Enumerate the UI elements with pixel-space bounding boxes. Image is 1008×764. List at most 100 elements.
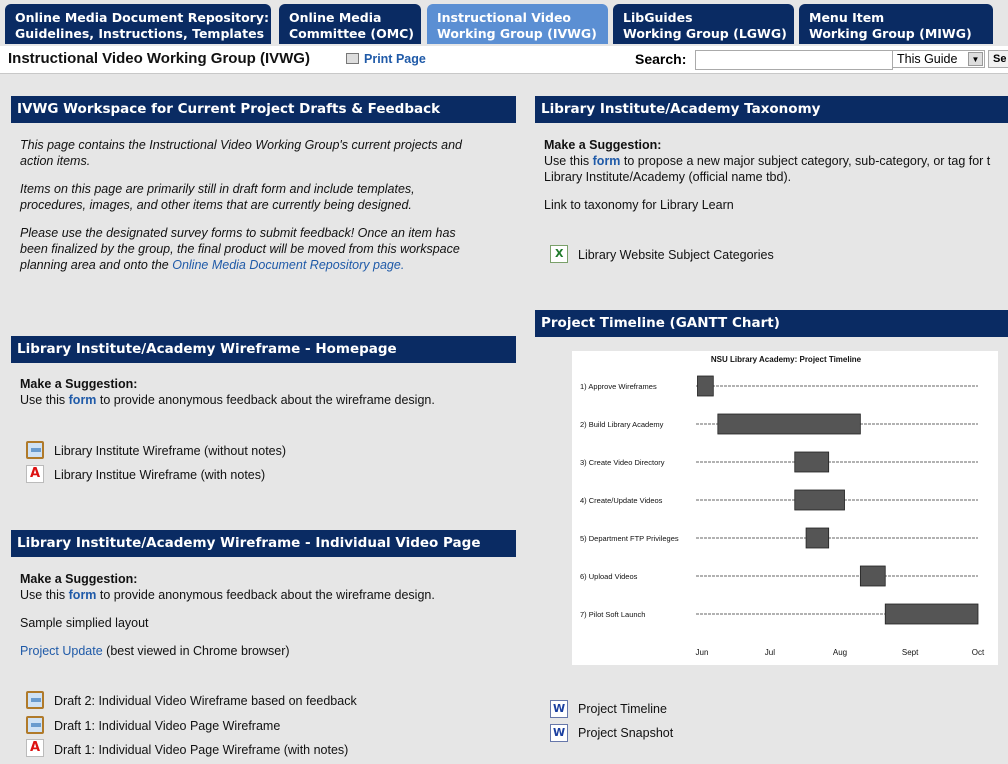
- tab-bar: Online Media Document Repository: Guidel…: [0, 0, 1008, 46]
- search-scope-select[interactable]: This Guide ▼: [892, 50, 985, 68]
- gantt-task-label: 2) Build Library Academy: [580, 420, 664, 429]
- tab-line1: Menu Item: [809, 10, 885, 25]
- text-line: planning area and onto the Online Media …: [20, 257, 460, 273]
- text-line: Use this form to propose a new major sub…: [544, 153, 990, 169]
- tab-omc[interactable]: Online Media Committee (OMC): [279, 4, 421, 44]
- text-fragment: to propose a new major subject category,…: [620, 154, 991, 168]
- tab-line2: Working Group (IVWG): [437, 26, 597, 41]
- text-line: Library Institute/Academy (official name…: [544, 170, 792, 184]
- gantt-task-label: 5) Department FTP Privileges: [580, 534, 679, 543]
- text-line: action items.: [20, 154, 91, 168]
- tab-online-media-repository[interactable]: Online Media Document Repository: Guidel…: [5, 4, 271, 44]
- gantt-x-tick-label: Aug: [833, 648, 847, 657]
- gantt-task-bar: [884, 603, 979, 625]
- wireframe-with-notes-link[interactable]: Library Institue Wireframe (with notes): [54, 467, 265, 483]
- wireframe-video-page-box: Library Institute/Academy Wireframe - In…: [5, 524, 519, 764]
- image-file-icon: [26, 691, 44, 709]
- project-snapshot-link[interactable]: Project Snapshot: [578, 725, 673, 741]
- tab-line2: Committee (OMC): [289, 26, 415, 41]
- print-page-label: Print Page: [364, 52, 426, 66]
- suggestion-heading: Make a Suggestion:: [20, 377, 138, 391]
- gantt-task-bar: [794, 451, 830, 473]
- repository-page-link[interactable]: Online Media Document Repository page.: [172, 258, 404, 272]
- box-title: IVWG Workspace for Current Project Draft…: [11, 96, 516, 123]
- gantt-task-label: 3) Create Video Directory: [580, 458, 665, 467]
- sample-layout-link[interactable]: Sample simplied layout: [20, 615, 149, 631]
- text-line: Use this form to provide anonymous feedb…: [20, 587, 435, 603]
- wireframe-homepage-box: Library Institute/Academy Wireframe - Ho…: [5, 330, 519, 505]
- box-title: Project Timeline (GANTT Chart): [535, 310, 1008, 337]
- gantt-task-bar: [805, 527, 830, 549]
- draft1-wireframe-link[interactable]: Draft 1: Individual Video Page Wireframe: [54, 718, 280, 734]
- taxonomy-link[interactable]: Link to taxonomy for Library Learn: [544, 197, 734, 213]
- gantt-x-tick-label: Jul: [765, 648, 775, 657]
- project-update-link[interactable]: Project Update: [20, 644, 103, 658]
- project-update-line: Project Update (best viewed in Chrome br…: [20, 643, 290, 659]
- suggestion-block: Make a Suggestion: Use this form to prov…: [20, 571, 435, 603]
- page-title: Instructional Video Working Group (IVWG): [8, 50, 310, 67]
- draft2-wireframe-link[interactable]: Draft 2: Individual Video Wireframe base…: [54, 693, 357, 709]
- tab-line1: Instructional Video: [437, 10, 572, 25]
- feedback-form-link[interactable]: form: [69, 588, 97, 602]
- print-page-link[interactable]: Print Page: [346, 52, 426, 66]
- search-input[interactable]: [695, 50, 893, 70]
- gantt-task-bar: [697, 375, 714, 397]
- text-fragment: planning area and onto the: [20, 258, 173, 272]
- chevron-down-icon[interactable]: ▼: [968, 52, 983, 66]
- tab-miwg[interactable]: Menu Item Working Group (MIWG): [799, 4, 993, 44]
- intro-paragraph-3: Please use the designated survey forms t…: [20, 225, 460, 273]
- text-line: Use this form to provide anonymous feedb…: [20, 392, 435, 408]
- tab-line2: Working Group (LGWG): [623, 26, 787, 41]
- text-fragment: Use this: [544, 154, 593, 168]
- gantt-task-label: 1) Approve Wireframes: [580, 382, 657, 391]
- word-doc-icon: [550, 700, 568, 718]
- chart-title: NSU Library Academy: Project Timeline: [711, 355, 862, 364]
- excel-icon: [550, 245, 568, 263]
- pdf-icon: [26, 739, 44, 757]
- text-line: This page contains the Instructional Vid…: [20, 138, 462, 152]
- text-fragment: Use this: [20, 588, 69, 602]
- gantt-chart: NSU Library Academy: Project Timeline 1)…: [572, 351, 998, 665]
- gantt-task-label: 4) Create/Update Videos: [580, 496, 663, 505]
- text-fragment: to provide anonymous feedback about the …: [96, 393, 435, 407]
- suggestion-form-link[interactable]: form: [593, 154, 621, 168]
- tab-ivwg[interactable]: Instructional Video Working Group (IVWG): [427, 4, 608, 44]
- tab-line1: LibGuides: [623, 10, 693, 25]
- feedback-form-link[interactable]: form: [69, 393, 97, 407]
- text-fragment: Use this: [20, 393, 69, 407]
- wireframe-without-notes-link[interactable]: Library Institute Wireframe (without not…: [54, 443, 286, 459]
- word-doc-icon: [550, 724, 568, 742]
- browser-note: (best viewed in Chrome browser): [102, 644, 290, 658]
- suggestion-heading: Make a Suggestion:: [20, 572, 138, 586]
- search-label: Search:: [635, 51, 687, 67]
- gantt-task-bar: [794, 489, 845, 511]
- gantt-x-tick-label: Oct: [972, 648, 985, 657]
- tab-lgwg[interactable]: LibGuides Working Group (LGWG): [613, 4, 794, 44]
- search-button[interactable]: Se: [988, 50, 1008, 68]
- text-line: been finalized by the group, the final p…: [20, 242, 460, 256]
- tab-line1: Online Media Document Repository:: [15, 10, 269, 25]
- suggestion-block: Make a Suggestion: Use this form to prop…: [544, 137, 990, 185]
- intro-paragraph-1: This page contains the Instructional Vid…: [20, 137, 462, 169]
- workspace-box: IVWG Workspace for Current Project Draft…: [5, 90, 519, 310]
- gantt-chart-svg: NSU Library Academy: Project Timeline 1)…: [580, 355, 985, 657]
- text-fragment: to provide anonymous feedback about the …: [96, 588, 435, 602]
- box-title: Library Institute/Academy Taxonomy: [535, 96, 1008, 123]
- intro-paragraph-2: Items on this page are primarily still i…: [20, 181, 415, 213]
- pdf-icon: [26, 465, 44, 483]
- search-scope-value: This Guide: [897, 52, 958, 66]
- project-timeline-link[interactable]: Project Timeline: [578, 701, 667, 717]
- text-line: Items on this page are primarily still i…: [20, 182, 415, 196]
- gantt-task-bar: [717, 413, 861, 435]
- gantt-task-label: 6) Upload Videos: [580, 572, 638, 581]
- box-title: Library Institute/Academy Wireframe - In…: [11, 530, 516, 557]
- gantt-x-tick-label: Jun: [696, 648, 709, 657]
- gantt-task-label: 7) Pilot Soft Launch: [580, 610, 645, 619]
- subject-categories-link[interactable]: Library Website Subject Categories: [578, 247, 774, 263]
- image-file-icon: [26, 716, 44, 734]
- gantt-x-tick-label: Sept: [902, 648, 919, 657]
- text-line: procedures, images, and other items that…: [20, 198, 412, 212]
- suggestion-heading: Make a Suggestion:: [544, 138, 662, 152]
- image-file-icon: [26, 441, 44, 459]
- box-title: Library Institute/Academy Wireframe - Ho…: [11, 336, 516, 363]
